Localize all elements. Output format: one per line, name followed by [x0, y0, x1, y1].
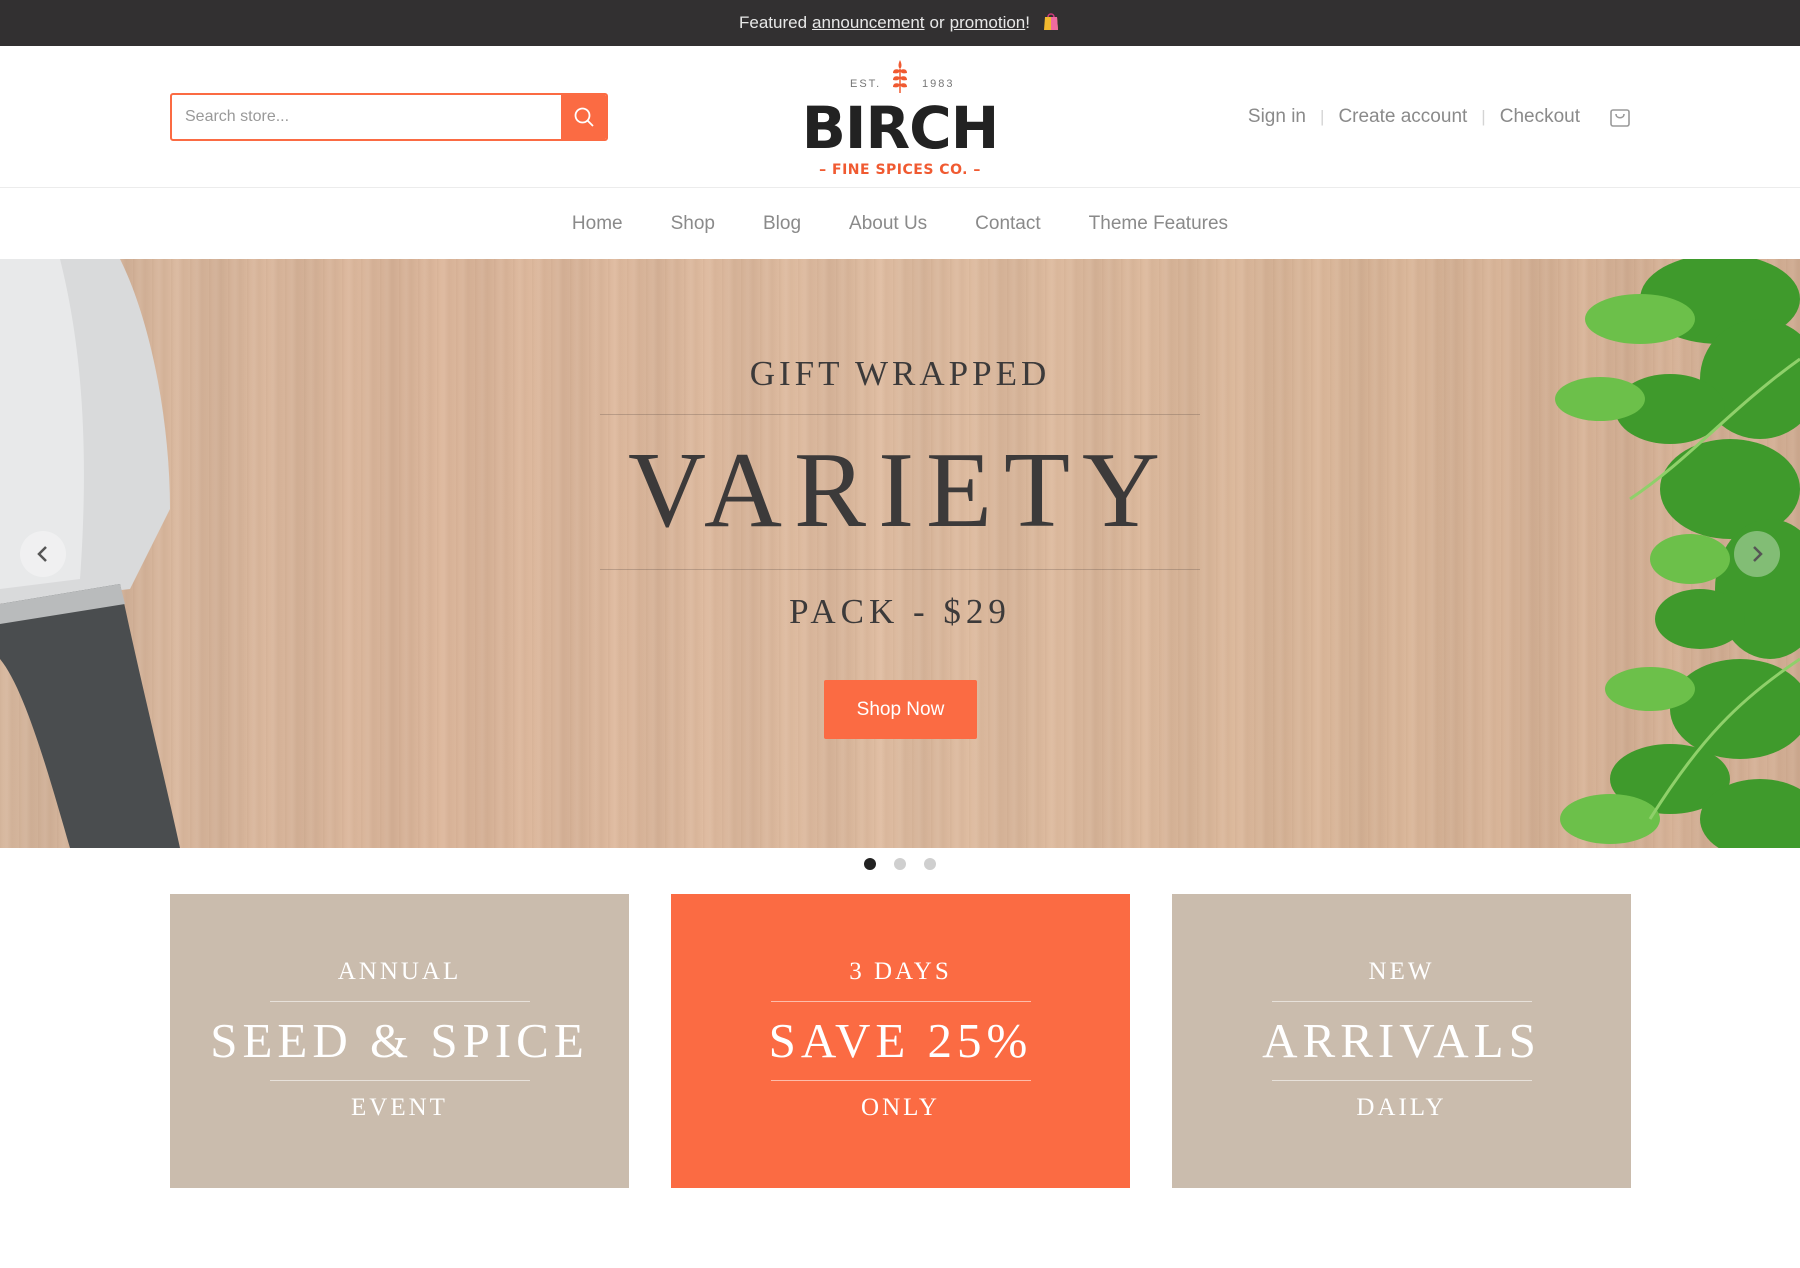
- logo-name: BIRCH: [801, 94, 1000, 162]
- site-header: EST. 1983 BIRCH – FINE SPICES CO. – Sign…: [0, 46, 1800, 188]
- account-links: Sign in | Create account | Checkout: [1248, 106, 1580, 128]
- tile-kicker: 3 DAYS: [849, 958, 952, 985]
- tile-footer: EVENT: [351, 1094, 448, 1121]
- account-separator: |: [1320, 107, 1325, 126]
- search-input[interactable]: [172, 95, 561, 139]
- site-logo[interactable]: EST. 1983 BIRCH – FINE SPICES CO. –: [800, 56, 1000, 181]
- nav-item-about-us[interactable]: About Us: [825, 213, 951, 235]
- tile-divider: [1271, 1080, 1532, 1081]
- tile-divider: [269, 1080, 530, 1081]
- logo-year-label: 1983: [922, 78, 955, 90]
- hero-slider: GIFT WRAPPED VARIETY PACK - $29 Shop Now: [0, 259, 1800, 848]
- tile-footer: ONLY: [861, 1094, 940, 1121]
- announcement-bar: Featured announcement or promotion!: [0, 0, 1800, 46]
- shop-now-button[interactable]: Shop Now: [824, 680, 977, 739]
- search-button[interactable]: [561, 95, 606, 139]
- shopping-bag-icon: [1041, 11, 1061, 36]
- create-account-link[interactable]: Create account: [1338, 106, 1467, 128]
- tile-title: SEED & SPICE: [210, 1013, 589, 1068]
- tile-kicker: NEW: [1368, 958, 1435, 985]
- chevron-left-icon: [37, 546, 47, 562]
- logo-est-label: EST.: [850, 78, 882, 90]
- search-icon: [574, 107, 594, 127]
- nav-item-shop[interactable]: Shop: [647, 213, 739, 235]
- logo-tagline: – FINE SPICES CO. –: [819, 162, 981, 178]
- hero-kicker: GIFT WRAPPED: [749, 354, 1051, 393]
- prev-slide-button[interactable]: [20, 531, 66, 577]
- sign-in-link[interactable]: Sign in: [1248, 106, 1306, 128]
- hero-subheadline: PACK - $29: [789, 592, 1011, 631]
- nav-item-blog[interactable]: Blog: [739, 213, 825, 235]
- promo-tile-save[interactable]: 3 DAYS SAVE 25% ONLY: [671, 894, 1130, 1188]
- slide-dot-1[interactable]: [864, 858, 876, 870]
- nav-item-contact[interactable]: Contact: [951, 213, 1064, 235]
- nav-item-theme-features[interactable]: Theme Features: [1065, 213, 1252, 235]
- nav-item-home[interactable]: Home: [548, 213, 647, 235]
- checkout-link[interactable]: Checkout: [1500, 106, 1580, 128]
- tile-footer: DAILY: [1356, 1094, 1447, 1121]
- chevron-right-icon: [1753, 546, 1763, 562]
- announcement-link[interactable]: announcement: [812, 13, 924, 33]
- announcement-suffix: !: [1025, 13, 1030, 32]
- main-nav: Home Shop Blog About Us Contact Theme Fe…: [0, 189, 1800, 259]
- hero-content: GIFT WRAPPED VARIETY PACK - $29: [600, 354, 1200, 632]
- promotion-link[interactable]: promotion: [950, 13, 1026, 32]
- hero-divider: [600, 414, 1200, 415]
- hero-headline: VARIETY: [627, 431, 1172, 550]
- tile-divider: [770, 1001, 1031, 1002]
- slide-dot-3[interactable]: [924, 858, 936, 870]
- tile-kicker: ANNUAL: [337, 958, 462, 985]
- next-slide-button[interactable]: [1734, 531, 1780, 577]
- tile-divider: [1271, 1001, 1532, 1002]
- tile-title: ARRIVALS: [1262, 1013, 1541, 1068]
- cart-icon[interactable]: [1608, 105, 1632, 134]
- search-form: [170, 93, 608, 141]
- tile-divider: [770, 1080, 1031, 1081]
- announcement-prefix: Featured: [739, 13, 808, 32]
- promo-tile-seed-spice[interactable]: ANNUAL SEED & SPICE EVENT: [170, 894, 629, 1188]
- announcement-middle: or: [929, 13, 945, 32]
- slide-dot-2[interactable]: [894, 858, 906, 870]
- slider-dots: [0, 858, 1800, 870]
- tile-title: SAVE 25%: [768, 1013, 1033, 1068]
- tile-divider: [269, 1001, 530, 1002]
- hero-divider: [600, 569, 1200, 570]
- promo-tile-new-arrivals[interactable]: NEW ARRIVALS DAILY: [1172, 894, 1631, 1188]
- wheat-icon: [889, 58, 911, 99]
- account-separator: |: [1481, 107, 1486, 126]
